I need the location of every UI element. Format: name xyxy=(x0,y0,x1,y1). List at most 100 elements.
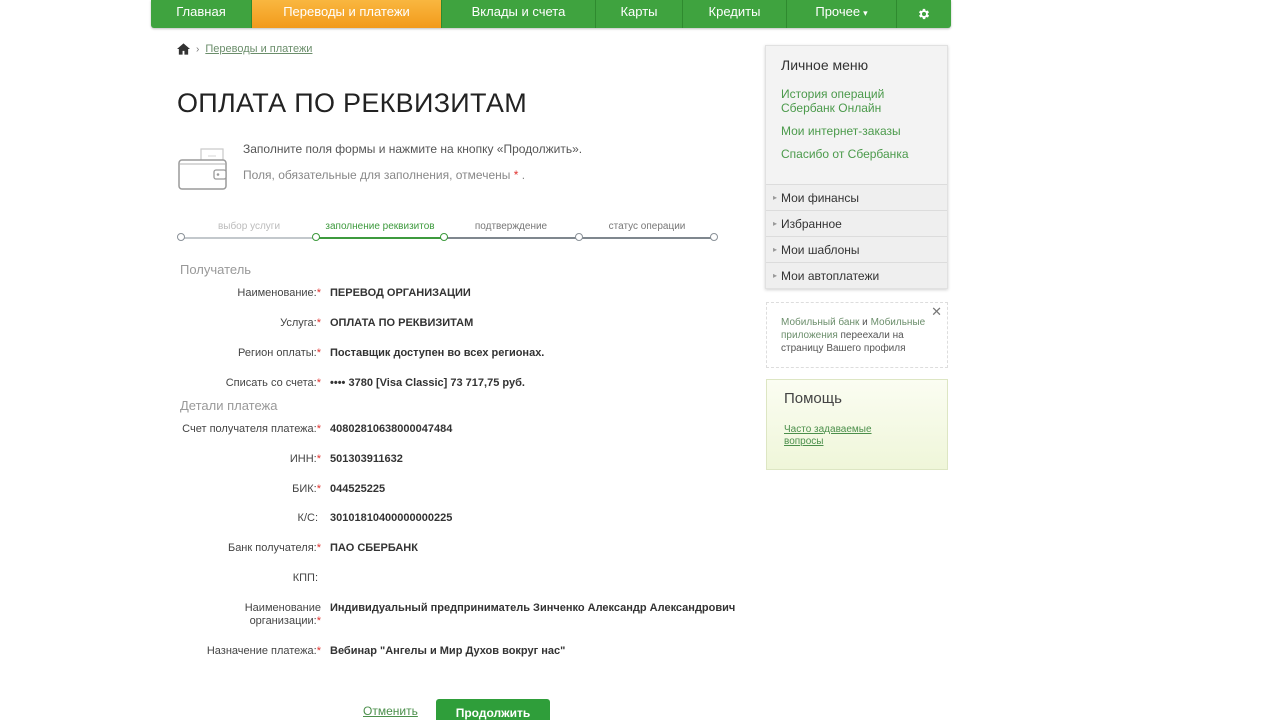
required-hint-end: . xyxy=(521,168,526,182)
required-mark: * xyxy=(316,483,321,495)
step-dot xyxy=(575,233,583,241)
field-label-text: Банк получателя: xyxy=(227,542,317,554)
wallet-icon xyxy=(178,148,227,190)
chevron-right-icon: › xyxy=(196,43,200,55)
chevron-down-icon: ▾ xyxy=(863,8,868,18)
field-label-text: Услуга: xyxy=(280,317,317,329)
required-mark: * xyxy=(316,347,321,359)
chevron-right-icon: ▸ xyxy=(773,245,778,254)
field-label: Наименование организации:* xyxy=(245,602,321,628)
field-value-inn: 501303911632 xyxy=(330,453,403,465)
sidebar-item-label: Мои автоплатежи xyxy=(781,269,880,283)
cancel-link[interactable]: Отменить xyxy=(363,704,418,718)
help-title: Помощь xyxy=(784,390,842,407)
home-icon[interactable] xyxy=(177,43,190,55)
field-value-region: Поставщик доступен во всех регионах. xyxy=(330,347,545,359)
sidebar-item-label: Мои финансы xyxy=(781,191,859,205)
step-label-1: выбор услуги xyxy=(217,221,281,232)
step-dot xyxy=(440,233,448,241)
progress-steps: выбор услуги заполнение реквизитов подтв… xyxy=(177,218,722,248)
gear-icon xyxy=(918,8,930,20)
step-dot xyxy=(710,233,718,241)
field-value-service: ОПЛАТА ПО РЕКВИЗИТАМ xyxy=(330,317,474,329)
sidebar-item-finances[interactable]: ▸ Мои финансы xyxy=(766,184,947,210)
field-label-text: Регион оплаты: xyxy=(237,347,317,359)
field-label-text: Счет получателя платежа: xyxy=(182,423,317,435)
form-hint: Заполните поля формы и нажмите на кнопку… xyxy=(243,142,583,156)
step-label-3: подтверждение xyxy=(474,221,548,232)
field-value-purpose: Вебинар "Ангелы и Мир Духов вокруг нас" xyxy=(330,645,566,657)
field-value-bank: ПАО СБЕРБАНК xyxy=(330,542,418,554)
breadcrumb-link-transfers[interactable]: Переводы и платежи xyxy=(205,43,312,55)
required-mark: * xyxy=(316,615,321,627)
step-dot xyxy=(177,233,185,241)
breadcrumb: › Переводы и платежи xyxy=(177,43,312,55)
nav-item-other[interactable]: Прочее ▾ xyxy=(787,0,897,28)
field-label: КПП: xyxy=(293,572,318,585)
step-label-4: статус операции xyxy=(608,221,686,232)
field-label: Банк получателя:* xyxy=(228,542,321,555)
notice-text: и xyxy=(859,317,871,328)
help-box: Помощь Часто задаваемые вопросы xyxy=(766,379,948,470)
field-label: ИНН:* xyxy=(290,453,321,466)
notice-link-mobile-bank[interactable]: Мобильный банк xyxy=(781,317,859,328)
chevron-right-icon: ▸ xyxy=(773,193,778,202)
field-label: БИК:* xyxy=(292,483,321,496)
field-value-organization: Индивидуальный предприниматель Зинченко … xyxy=(330,602,736,614)
help-link-faq[interactable]: Часто задаваемые вопросы xyxy=(784,424,894,448)
sidebar-item-autopayments[interactable]: ▸ Мои автоплатежи xyxy=(766,262,947,288)
field-label-text: Наименование: xyxy=(237,287,317,299)
personal-menu-links: История операций Сбербанк Онлайн Мои инт… xyxy=(766,87,947,184)
field-label-text: К/С: xyxy=(297,512,318,524)
page-title: ОПЛАТА ПО РЕКВИЗИТАМ xyxy=(177,88,528,118)
field-label-text: Наименование организации: xyxy=(244,602,321,627)
field-label: Регион оплаты:* xyxy=(238,347,321,360)
nav-item-credits[interactable]: Кредиты xyxy=(683,0,787,28)
nav-item-cards[interactable]: Карты xyxy=(596,0,683,28)
required-mark: * xyxy=(316,377,321,389)
required-hint: Поля, обязательные для заполнения, отмеч… xyxy=(243,168,525,182)
nav-item-transfers[interactable]: Переводы и платежи xyxy=(252,0,442,28)
sidebar-item-favorites[interactable]: ▸ Избранное xyxy=(766,210,947,236)
sidebar-link-orders[interactable]: Мои интернет-заказы xyxy=(766,124,947,138)
field-label-text: БИК: xyxy=(292,483,317,495)
personal-menu-title: Личное меню xyxy=(781,57,869,73)
required-mark: * xyxy=(316,542,321,554)
field-label-text: КПП: xyxy=(292,572,318,584)
sidebar-link-spasibo[interactable]: Спасибо от Сбербанка xyxy=(766,147,947,161)
required-mark: * xyxy=(316,453,321,465)
chevron-right-icon: ▸ xyxy=(773,219,778,228)
sidebar-item-label: Избранное xyxy=(781,217,842,231)
top-nav: Главная Переводы и платежи Вклады и счет… xyxy=(151,0,951,28)
field-label: Списать со счета:* xyxy=(226,377,321,390)
field-label: Услуга:* xyxy=(280,317,321,330)
required-mark: * xyxy=(513,168,519,182)
settings-button[interactable] xyxy=(897,0,951,28)
sidebar-item-templates[interactable]: ▸ Мои шаблоны xyxy=(766,236,947,262)
required-mark: * xyxy=(316,317,321,329)
field-label: Счет получателя платежа:* xyxy=(182,423,321,436)
field-value-recipient-account: 40802810638000047484 xyxy=(330,423,453,435)
nav-label: Карты xyxy=(620,4,658,19)
step-line-current xyxy=(316,237,444,239)
nav-item-deposits[interactable]: Вклады и счета xyxy=(442,0,596,28)
continue-button[interactable]: Продолжить xyxy=(436,699,550,720)
field-value-name: ПЕРЕВОД ОРГАНИЗАЦИИ xyxy=(330,287,471,299)
step-label-2: заполнение реквизитов xyxy=(325,221,435,232)
field-label: Назначение платежа:* xyxy=(207,645,321,658)
nav-label: Переводы и платежи xyxy=(283,4,410,19)
section-title-recipient: Получатель xyxy=(180,262,252,277)
required-mark: * xyxy=(316,423,321,435)
close-icon[interactable]: ✕ xyxy=(931,305,942,318)
step-line-done xyxy=(181,237,316,239)
field-value-account: •••• 3780 [Visa Classic] 73 717,75 руб. xyxy=(330,377,525,389)
nav-label: Вклады и счета xyxy=(471,4,566,19)
sidebar-link-history[interactable]: История операций Сбербанк Онлайн xyxy=(766,87,947,115)
required-mark: * xyxy=(316,287,321,299)
field-label-text: ИНН: xyxy=(289,453,317,465)
personal-menu: Личное меню История операций Сбербанк Он… xyxy=(765,45,948,289)
required-hint-text: Поля, обязательные для заполнения, отмеч… xyxy=(243,168,511,182)
nav-label: Прочее xyxy=(815,4,861,19)
nav-label: Кредиты xyxy=(708,4,761,19)
nav-item-home[interactable]: Главная xyxy=(151,0,252,28)
